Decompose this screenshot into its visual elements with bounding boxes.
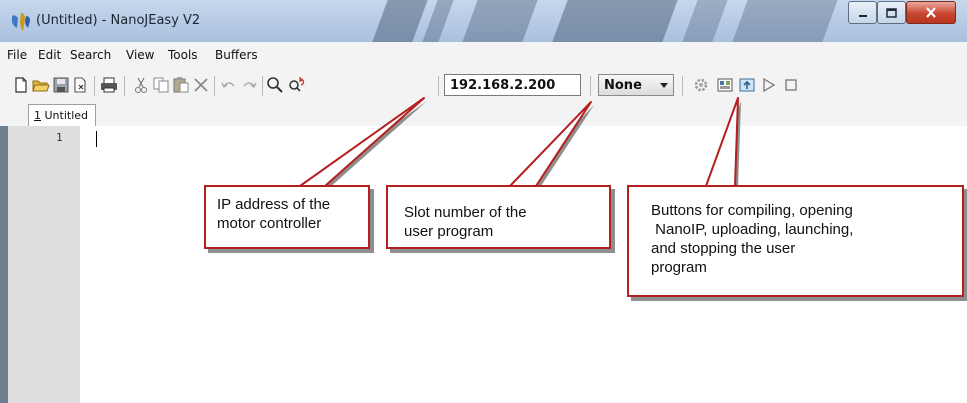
tab-label: Untitled bbox=[44, 109, 89, 122]
open-nanoip-icon[interactable] bbox=[716, 76, 734, 94]
compile-icon[interactable] bbox=[692, 76, 710, 94]
tab-untitled[interactable]: 1 Untitled bbox=[28, 104, 96, 126]
slot-number-callout: Slot number of the user program bbox=[386, 185, 611, 249]
menu-view[interactable]: View bbox=[126, 48, 154, 62]
paste-icon[interactable] bbox=[172, 76, 190, 94]
minimize-button[interactable] bbox=[848, 1, 877, 24]
callout-text-line: IP address of the bbox=[217, 196, 331, 213]
redo-icon[interactable] bbox=[240, 76, 258, 94]
close-button[interactable] bbox=[906, 1, 956, 24]
callout-text-line: Slot number of the bbox=[404, 204, 527, 221]
window-left-border bbox=[0, 126, 8, 403]
window-title: (Untitled) - NanoJEasy V2 bbox=[36, 13, 201, 28]
launch-icon[interactable] bbox=[760, 76, 778, 94]
menu-edit[interactable]: Edit bbox=[38, 48, 61, 62]
toolbar: None bbox=[0, 66, 967, 100]
nanojeasy-window: (Untitled) - NanoJEasy V2 File Edit Sear… bbox=[0, 0, 967, 403]
toolbar-separator bbox=[214, 76, 215, 96]
program-buttons-callout: Buttons for compiling, opening NanoIP, u… bbox=[627, 185, 964, 297]
callout-text-line: and stopping the user bbox=[651, 240, 796, 257]
menu-buffers[interactable]: Buffers bbox=[215, 48, 258, 62]
maximize-button[interactable] bbox=[877, 1, 906, 24]
app-logo-icon bbox=[10, 12, 32, 32]
text-caret bbox=[96, 131, 97, 147]
menu-tools[interactable]: Tools bbox=[168, 48, 198, 62]
cut-icon[interactable] bbox=[132, 76, 150, 94]
maximize-icon bbox=[886, 3, 897, 22]
callout-text-line: user program bbox=[404, 223, 494, 240]
stop-icon[interactable] bbox=[782, 76, 800, 94]
callout-text-line: motor controller bbox=[217, 215, 322, 232]
toolbar-separator bbox=[262, 76, 263, 96]
print-icon[interactable] bbox=[100, 76, 118, 94]
line-number-gutter bbox=[8, 126, 80, 403]
find-replace-icon[interactable] bbox=[288, 76, 306, 94]
save-icon[interactable] bbox=[52, 76, 70, 94]
menu-search[interactable]: Search bbox=[70, 48, 111, 62]
minimize-icon bbox=[858, 3, 868, 22]
close-icon bbox=[925, 3, 937, 22]
menu-file[interactable]: File bbox=[7, 48, 27, 62]
tab-number: 1 bbox=[34, 109, 41, 122]
toolbar-separator bbox=[438, 76, 439, 96]
copy-icon[interactable] bbox=[152, 76, 170, 94]
toolbar-separator bbox=[124, 76, 125, 96]
title-bar[interactable]: (Untitled) - NanoJEasy V2 bbox=[0, 0, 967, 42]
callout-text-line: Buttons for compiling, opening bbox=[651, 202, 853, 219]
toolbar-separator bbox=[682, 76, 683, 96]
callout-text-line: program bbox=[651, 259, 707, 276]
menu-bar: File Edit Search View Tools Buffers bbox=[0, 42, 967, 66]
new-file-icon[interactable] bbox=[12, 76, 30, 94]
callout-text-line: NanoIP, uploading, launching, bbox=[651, 221, 854, 238]
line-number: 1 bbox=[56, 131, 63, 144]
slot-select-value: None bbox=[604, 78, 642, 93]
find-icon[interactable] bbox=[266, 76, 284, 94]
ip-address-input[interactable] bbox=[444, 74, 581, 96]
toolbar-separator bbox=[590, 76, 591, 96]
open-folder-icon[interactable] bbox=[32, 76, 50, 94]
ip-address-callout: IP address of the motor controller bbox=[204, 185, 370, 249]
delete-icon[interactable] bbox=[192, 76, 210, 94]
upload-icon[interactable] bbox=[738, 76, 756, 94]
close-file-icon[interactable] bbox=[72, 76, 90, 94]
document-tab-strip: 1 Untitled bbox=[0, 100, 967, 127]
slot-select[interactable]: None bbox=[598, 74, 674, 96]
chevron-down-icon bbox=[660, 83, 668, 88]
toolbar-separator bbox=[94, 76, 95, 96]
undo-icon[interactable] bbox=[220, 76, 238, 94]
